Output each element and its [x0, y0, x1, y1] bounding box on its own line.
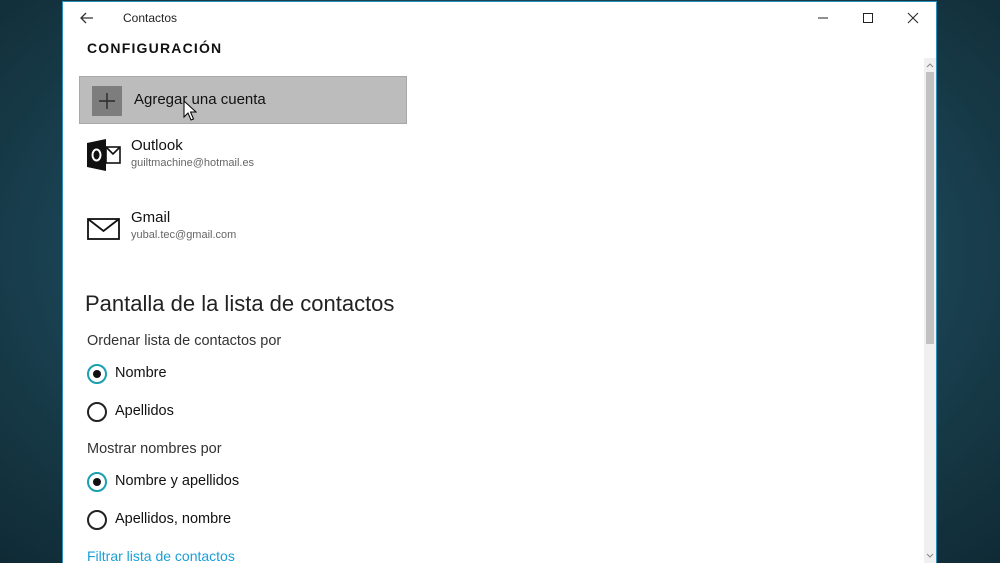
account-gmail[interactable]: Gmail yubal.tec@gmail.com [87, 209, 487, 253]
account-outlook[interactable]: Outlook guiltmachine@hotmail.es [87, 137, 487, 181]
scroll-up-icon[interactable] [924, 58, 936, 70]
maximize-icon [863, 13, 873, 23]
radio-label: Apellidos [115, 403, 174, 419]
radio-checked-icon [87, 472, 107, 492]
account-email: yubal.tec@gmail.com [131, 229, 237, 241]
radio-unchecked-icon [87, 510, 107, 530]
display-radio-nombre-apellidos[interactable]: Nombre y apellidos [87, 472, 387, 494]
sort-radio-apellidos[interactable]: Apellidos [87, 402, 387, 424]
close-button[interactable] [890, 2, 936, 34]
account-name: Gmail [131, 209, 171, 226]
sort-radio-nombre[interactable]: Nombre [87, 364, 387, 386]
display-by-label: Mostrar nombres por [87, 441, 222, 457]
radio-label: Apellidos, nombre [115, 511, 232, 527]
app-window: Contactos CONFIGURACIÓN Agregar una cuen… [63, 2, 936, 563]
display-radio-apellidos-nombre[interactable]: Apellidos, nombre [87, 510, 387, 532]
account-name: Outlook [131, 137, 183, 154]
back-button[interactable] [75, 8, 99, 28]
vertical-scrollbar[interactable] [924, 58, 936, 563]
account-email: guiltmachine@hotmail.es [131, 157, 255, 169]
radio-checked-icon [87, 364, 107, 384]
mail-icon [87, 211, 121, 243]
close-icon [907, 12, 919, 24]
sort-by-label: Ordenar lista de contactos por [87, 333, 282, 349]
scroll-down-icon[interactable] [924, 549, 936, 561]
plus-icon [92, 86, 122, 116]
add-account-label: Agregar una cuenta [134, 91, 266, 108]
outlook-icon [87, 139, 121, 171]
title-bar: Contactos [63, 2, 936, 34]
window-title: Contactos [123, 11, 178, 25]
back-arrow-icon [80, 12, 93, 24]
scroll-thumb[interactable] [926, 72, 934, 344]
page-title: CONFIGURACIÓN [87, 40, 223, 56]
radio-unchecked-icon [87, 402, 107, 422]
radio-label: Nombre [115, 365, 167, 381]
filter-contacts-link[interactable]: Filtrar lista de contactos [87, 548, 235, 563]
minimize-icon [818, 17, 828, 19]
mouse-cursor-icon [183, 99, 198, 122]
contact-list-section-title: Pantalla de la lista de contactos [85, 291, 395, 316]
minimize-button[interactable] [800, 2, 846, 34]
add-account-button[interactable]: Agregar una cuenta [79, 76, 407, 124]
radio-label: Nombre y apellidos [115, 473, 240, 489]
maximize-button[interactable] [845, 2, 891, 34]
